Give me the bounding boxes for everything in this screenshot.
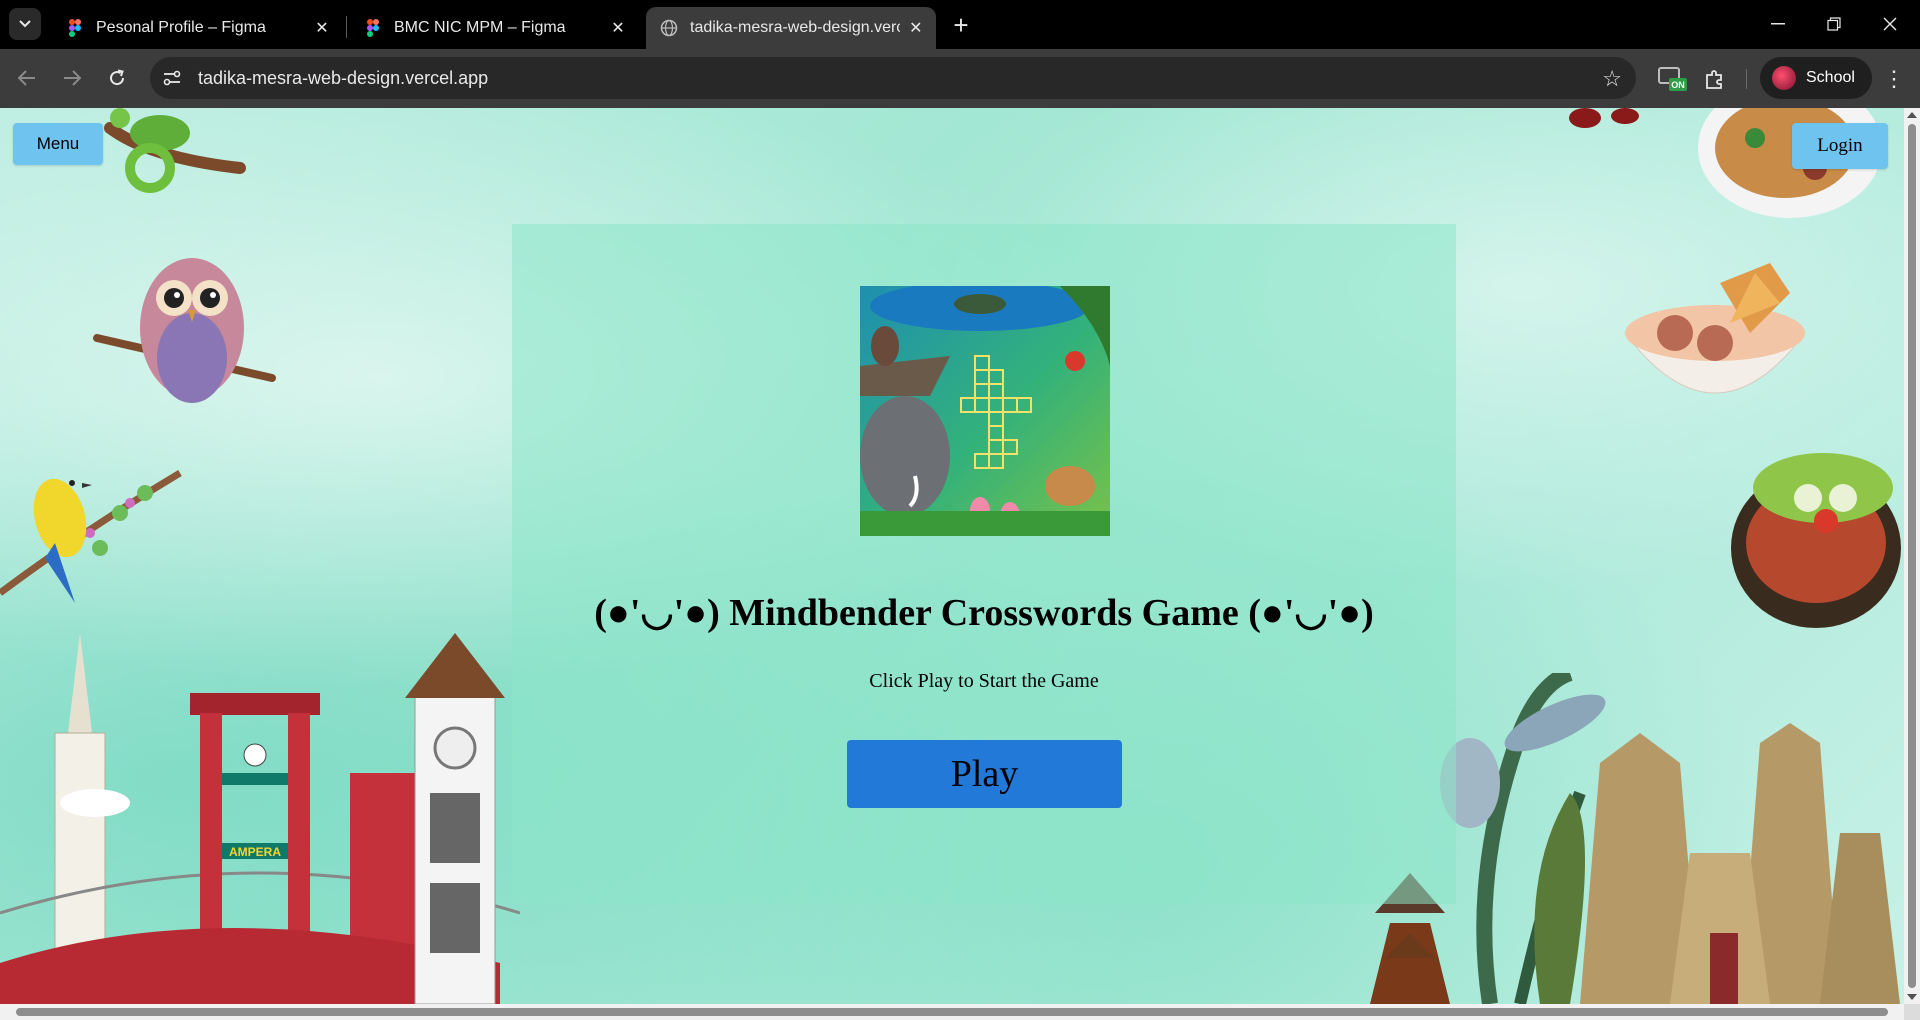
scrollbar-corner [1904,1004,1920,1020]
scrollbar-thumb[interactable] [1908,124,1916,988]
ampera-sign: AMPERA [229,845,281,859]
chevron-down-icon [19,20,31,28]
figma-icon [69,19,81,37]
page-subtitle: Click Play to Start the Game [869,670,1099,692]
game-thumbnail [860,286,1110,536]
bird-icon [0,469,182,603]
arrow-right-icon [64,70,81,86]
tab-divider [346,16,347,38]
restore-icon[interactable] [1812,8,1856,40]
deer-icon [1045,466,1095,506]
browser-toolbar: tadika-mesra-web-design.vercel.app ☆ ON … [0,49,1920,108]
web-page: AMPERA Menu Login (●'◡'●) Mindbender Cro… [0,108,1904,1004]
profile-button[interactable]: School [1760,57,1872,99]
extension-badge: ON [1671,80,1685,90]
scroll-up-icon[interactable] [1907,112,1917,118]
globe-icon [660,19,678,37]
tab-bmc-nic-mpm[interactable]: BMC NIC MPM – Figma ✕ [350,7,640,49]
new-tab-button[interactable]: + [946,10,976,40]
minimize-icon[interactable] [1756,8,1800,40]
reload-icon [110,69,125,86]
extension-screen-icon[interactable]: ON [1656,62,1690,96]
arrow-left-icon [18,70,35,86]
forward-button[interactable] [56,62,88,94]
toolbar-divider [1746,69,1747,89]
scroll-down-icon[interactable] [1907,994,1917,1000]
tab-search-button[interactable] [9,8,41,40]
crossword-animals-image [860,286,1110,536]
bookmark-star-icon[interactable]: ☆ [1602,66,1622,92]
back-button[interactable] [11,62,43,94]
tab-strip: Pesonal Profile – Figma ✕ BMC NIC MPM – … [0,0,1920,49]
tab-tadika-mesra[interactable]: tadika-mesra-web-design.vercel.app ✕ [646,7,936,49]
horizontal-scrollbar[interactable] [0,1004,1904,1020]
tab-title: tadika-mesra-web-design.vercel.app [690,19,900,36]
tab-title: BMC NIC MPM – Figma [394,19,566,36]
avatar [1772,66,1796,90]
close-icon[interactable]: ✕ [908,18,924,38]
turtle-icon [954,294,1006,314]
parrot-icon [1065,351,1085,371]
owl-icon [93,258,276,403]
elephant-icon [860,396,950,516]
login-button[interactable]: Login [1792,123,1888,169]
tab-title: Pesonal Profile – Figma [96,19,266,36]
tab-pesonal-profile[interactable]: Pesonal Profile – Figma ✕ [52,7,344,49]
puzzle-icon[interactable] [1698,62,1732,96]
window-close-icon[interactable] [1868,8,1912,40]
reload-button[interactable] [101,62,133,94]
landmarks-left-illustration: AMPERA [0,633,520,1004]
bakso-bowl-icon [1623,263,1807,394]
sambal-bowl-icon [1731,453,1901,628]
game-card: (●'◡'●) Mindbender Crosswords Game (●'◡'… [512,224,1456,904]
close-icon[interactable]: ✕ [608,18,628,38]
close-icon[interactable]: ✕ [312,18,332,38]
butterfly-icon [1569,108,1639,128]
vertical-scrollbar[interactable] [1904,108,1920,1004]
play-button[interactable]: Play [847,740,1122,808]
site-settings-icon[interactable] [156,62,188,94]
more-options-icon[interactable]: ⋮ [1880,62,1908,96]
figma-icon [367,19,379,37]
menu-button[interactable]: Menu [13,123,103,165]
page-title: (●'◡'●) Mindbender Crosswords Game (●'◡'… [594,592,1374,634]
url-text: tadika-mesra-web-design.vercel.app [198,67,489,88]
chameleon-icon [104,108,246,193]
address-bar[interactable]: tadika-mesra-web-design.vercel.app ☆ [150,57,1636,99]
otter-icon [871,326,899,366]
scrollbar-thumb[interactable] [16,1008,1888,1016]
profile-label: School [1806,69,1855,86]
